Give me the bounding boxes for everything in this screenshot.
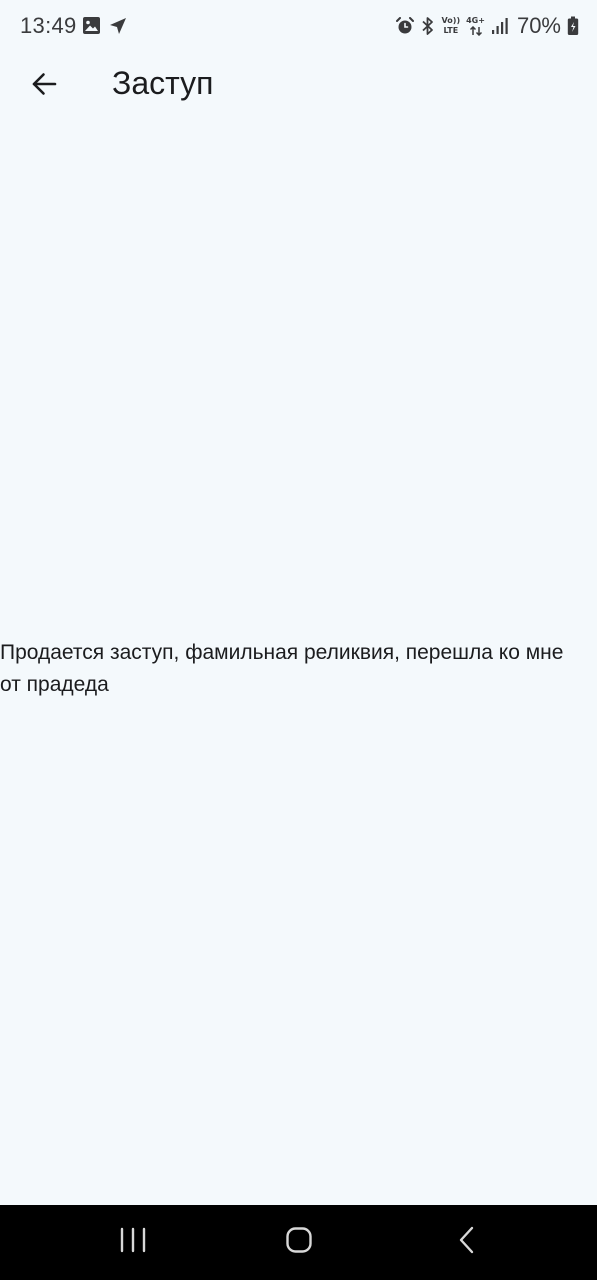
item-description: Продается заступ, фамильная реликвия, пе… xyxy=(0,641,564,696)
bluetooth-icon xyxy=(420,16,436,36)
nav-back-button[interactable] xyxy=(422,1205,512,1280)
content-area: Продается заступ, фамильная реликвия, пе… xyxy=(0,637,590,701)
battery-percent: 70% xyxy=(516,13,561,38)
home-icon xyxy=(285,1226,313,1259)
arrow-back-icon xyxy=(30,70,58,103)
back-icon xyxy=(457,1226,477,1259)
alarm-icon xyxy=(395,17,414,35)
signal-icon xyxy=(491,17,509,35)
navigation-bar xyxy=(0,1205,597,1280)
network-label: 4G+ xyxy=(466,15,485,25)
back-button[interactable] xyxy=(20,62,68,110)
volte-icon: Vo)) LTE xyxy=(442,17,461,35)
status-time: 13:49 xyxy=(20,13,77,38)
volte-label-bottom: LTE xyxy=(443,26,459,35)
status-left-icons xyxy=(82,16,127,40)
home-button[interactable] xyxy=(254,1205,344,1280)
page-title: Заступ xyxy=(112,65,214,101)
recents-button[interactable] xyxy=(88,1205,178,1280)
status-bar: 13:49 Vo)) LTE 4G+ 70% xyxy=(0,0,597,54)
image-icon xyxy=(82,16,101,40)
app-bar: Заступ xyxy=(0,54,597,118)
battery-icon xyxy=(567,16,579,36)
status-right-icons: Vo)) LTE 4G+ 70% xyxy=(395,13,579,39)
volte-label-top: Vo)) xyxy=(441,16,461,25)
recents-icon xyxy=(119,1227,147,1258)
network-4g-icon: 4G+ xyxy=(466,15,485,36)
location-arrow-icon xyxy=(109,17,127,40)
